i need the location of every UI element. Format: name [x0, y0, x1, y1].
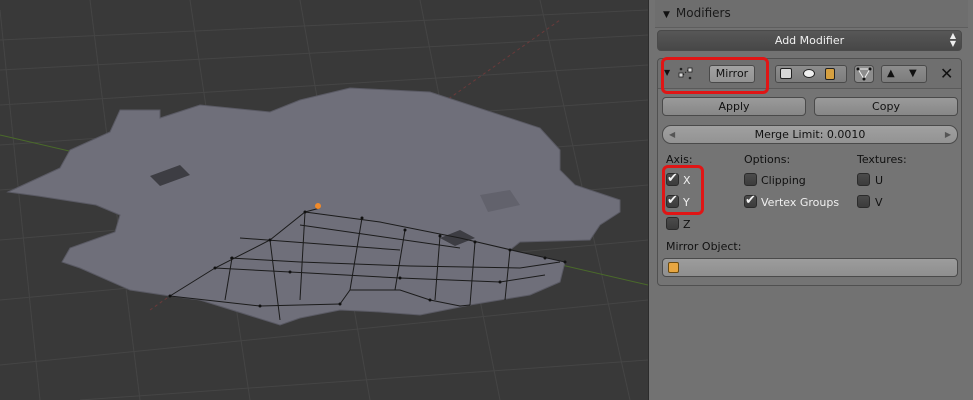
vertex-groups-label: Vertex Groups: [761, 196, 840, 209]
updown-arrows-icon: ▲ ▼: [949, 31, 956, 48]
mirror-modifier-icon: [678, 67, 693, 80]
edit-mode-icon[interactable]: [825, 68, 835, 80]
origin-point[interactable]: [315, 203, 321, 209]
increment-arrow-icon[interactable]: ▶: [945, 126, 951, 143]
collapse-triangle-icon[interactable]: ▼: [663, 2, 670, 28]
axis-y-label: Y: [683, 196, 690, 209]
properties-panel: ▼ Modifiers Add Modifier ▲ ▼ ▼ Mirror ▲ …: [648, 0, 973, 400]
modifier-name: Mirror: [715, 67, 749, 80]
texture-u-checkbox[interactable]: [857, 173, 870, 186]
expand-triangle-icon[interactable]: ▼: [664, 68, 670, 77]
axis-x-checkbox[interactable]: [666, 171, 679, 186]
apply-label: Apply: [718, 100, 750, 113]
merge-limit-value: Merge Limit: 0.0010: [754, 128, 866, 141]
copy-button[interactable]: Copy: [814, 97, 958, 116]
merge-limit-field[interactable]: ◀ Merge Limit: 0.0010 ▶: [662, 125, 958, 144]
move-up-icon[interactable]: ▲: [887, 68, 895, 79]
options-heading: Options:: [744, 153, 791, 166]
modifier-name-field[interactable]: Mirror: [709, 65, 755, 83]
move-down-icon[interactable]: ▼: [909, 68, 917, 79]
mesh-plane[interactable]: [6, 87, 621, 326]
axis-z-checkbox[interactable]: [666, 217, 679, 230]
axis-z-label: Z: [683, 218, 691, 231]
object-cube-icon: [668, 262, 679, 273]
axis-x-label: X: [683, 174, 691, 187]
axis-heading: Axis:: [666, 153, 693, 166]
vertex-groups-checkbox[interactable]: [744, 193, 757, 208]
axis-y-checkbox[interactable]: [666, 193, 679, 208]
texture-v-label: V: [875, 196, 883, 209]
copy-label: Copy: [872, 100, 900, 113]
3d-viewport[interactable]: [0, 0, 648, 400]
clipping-label: Clipping: [761, 174, 806, 187]
mirror-object-label: Mirror Object:: [666, 240, 742, 253]
texture-v-checkbox[interactable]: [857, 195, 870, 208]
texture-u-label: U: [875, 174, 884, 187]
mirror-modifier: ▼ Mirror ▲ ▼ ✕ Apply Copy ◀ Merge Limit:…: [657, 58, 962, 286]
visibility-toggles: [775, 65, 847, 83]
close-icon[interactable]: ✕: [940, 64, 953, 83]
viewport-scene: [0, 0, 648, 400]
add-modifier-label: Add Modifier: [774, 34, 845, 47]
eye-viewport-icon[interactable]: [803, 69, 815, 78]
textures-heading: Textures:: [857, 153, 907, 166]
decrement-arrow-icon[interactable]: ◀: [669, 126, 675, 143]
panel-title: Modifiers: [675, 6, 731, 20]
on-cage-icon[interactable]: [854, 65, 874, 83]
clipping-checkbox[interactable]: [744, 173, 757, 186]
camera-render-icon[interactable]: [780, 68, 792, 79]
modifiers-panel-header[interactable]: ▼ Modifiers: [655, 0, 968, 28]
apply-button[interactable]: Apply: [662, 97, 806, 116]
add-modifier-dropdown[interactable]: Add Modifier ▲ ▼: [657, 30, 962, 51]
modifier-header: ▼ Mirror ▲ ▼ ✕: [658, 59, 961, 89]
move-buttons: ▲ ▼: [881, 65, 927, 83]
mirror-object-field[interactable]: [662, 258, 958, 277]
